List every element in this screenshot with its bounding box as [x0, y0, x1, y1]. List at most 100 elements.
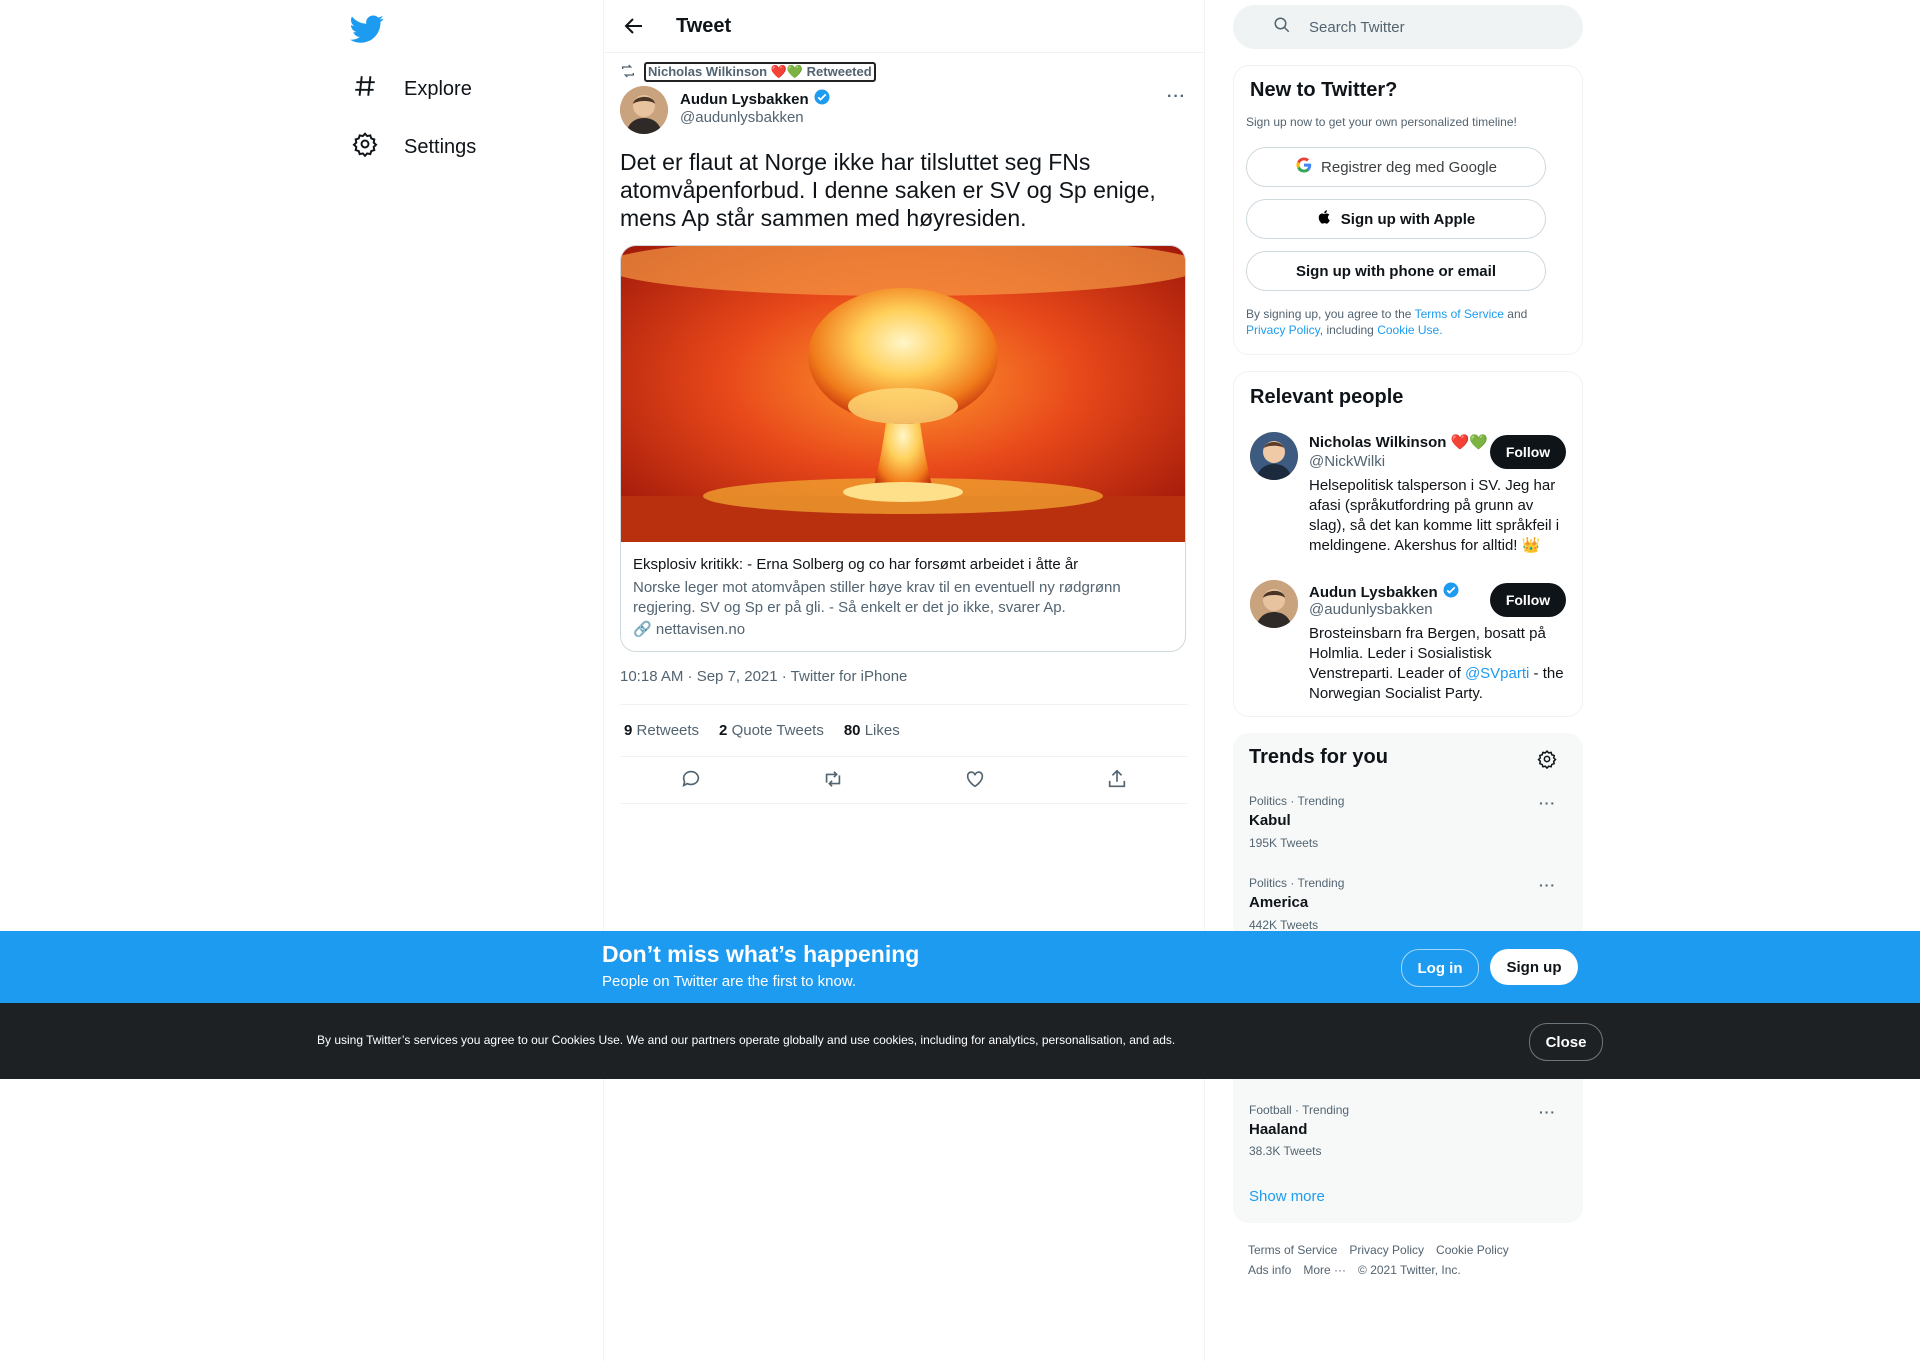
apple-signup-button[interactable]: Sign up with Apple: [1246, 199, 1546, 239]
divider: [620, 803, 1188, 804]
person-name[interactable]: Audun Lysbakken: [1309, 584, 1438, 601]
signup-banner: Don’t miss what’s happening People on Tw…: [0, 931, 1920, 1003]
more-options-icon[interactable]: ···: [1167, 88, 1186, 106]
retweet-action-icon[interactable]: [822, 768, 844, 795]
footer-copyright: © 2021 Twitter, Inc.: [1358, 1263, 1461, 1277]
link-card[interactable]: Eksplosiv kritikk: - Erna Solberg og co …: [620, 245, 1186, 652]
reply-icon[interactable]: [680, 768, 702, 795]
person-bio: Helsepolitisk talsperson i SV. Jeg har a…: [1309, 477, 1560, 554]
new-to-twitter-title: New to Twitter?: [1250, 79, 1398, 101]
author-handle[interactable]: @audunlysbakken: [680, 109, 804, 126]
tweet-meta[interactable]: 10:18 AM · Sep 7, 2021 · Twitter for iPh…: [620, 668, 907, 685]
footer-cookie-link[interactable]: Cookie Policy: [1436, 1243, 1509, 1257]
card-description: Norske leger mot atomvåpen stiller høye …: [633, 579, 1121, 616]
cookie-close-button[interactable]: Close: [1529, 1023, 1603, 1061]
page-title: Tweet: [676, 15, 732, 37]
verified-badge-icon: [813, 88, 831, 110]
follow-button[interactable]: Follow: [1490, 435, 1566, 469]
footer-terms-link[interactable]: Terms of Service: [1248, 1243, 1337, 1257]
main-column: Tweet Nicholas Wilkinson ❤️💚 Retweeted A…: [603, 0, 1205, 1361]
footer-privacy-link[interactable]: Privacy Policy: [1349, 1243, 1424, 1257]
nav-explore-label: Explore: [404, 77, 472, 100]
card-domain: nettavisen.no: [655, 621, 746, 638]
footer-row: Terms of Service Privacy Policy Cookie P…: [1248, 1243, 1509, 1257]
trend-category: Politics · Trending: [1249, 876, 1345, 890]
retweeted-by-link[interactable]: Nicholas Wilkinson ❤️💚 Retweeted: [644, 62, 876, 82]
card-title: Eksplosiv kritikk: - Erna Solberg og co …: [633, 556, 1079, 573]
person-bio: Brosteinsbarn fra Bergen, bosatt på Holm…: [1309, 624, 1571, 704]
terms-including: , including: [1319, 323, 1374, 337]
search-placeholder: Search Twitter: [1309, 18, 1405, 36]
tweet-actions: [620, 768, 1188, 795]
phone-email-signup-label: Sign up with phone or email: [1295, 262, 1496, 280]
retweets-stat[interactable]: 9 Retweets: [624, 722, 699, 739]
footer-row: Ads info More ··· © 2021 Twitter, Inc.: [1248, 1263, 1461, 1277]
person-handle[interactable]: @audunlysbakken: [1309, 601, 1433, 618]
new-to-twitter-panel: New to Twitter? Sign up now to get your …: [1233, 65, 1583, 355]
show-more-link[interactable]: Show more: [1249, 1188, 1325, 1205]
footer-ads-link[interactable]: Ads info: [1248, 1263, 1291, 1277]
google-signup-button[interactable]: Registrer deg med Google: [1246, 147, 1546, 187]
trend-category: Football · Trending: [1249, 1103, 1350, 1117]
nav-explore[interactable]: Explore: [352, 73, 472, 105]
phone-email-signup-button[interactable]: Sign up with phone or email: [1246, 251, 1546, 291]
cookie-use-link[interactable]: Cookie Use.: [1377, 323, 1442, 337]
trend-name: America: [1249, 894, 1309, 911]
twitter-logo-icon[interactable]: [350, 12, 384, 46]
signup-button[interactable]: Sign up: [1490, 949, 1578, 985]
divider: [620, 704, 1188, 705]
link-icon: 🔗: [633, 621, 652, 638]
trend-count: 442K Tweets: [1249, 918, 1319, 932]
divider: [620, 756, 1188, 757]
trend-name: Haaland: [1249, 1121, 1308, 1138]
google-signup-label: Registrer deg med Google: [1321, 158, 1497, 176]
author-name[interactable]: Audun Lysbakken: [680, 91, 809, 108]
relevant-people-title: Relevant people: [1250, 386, 1404, 408]
card-domain-row: 🔗 nettavisen.no: [633, 620, 745, 638]
quotes-stat[interactable]: 2 Quote Tweets: [719, 722, 824, 739]
person-avatar[interactable]: [1250, 432, 1298, 480]
more-options-icon[interactable]: ···: [1539, 877, 1556, 893]
cookie-banner: By using Twitter’s services you agree to…: [0, 1003, 1920, 1079]
more-options-icon[interactable]: ···: [1539, 1104, 1556, 1120]
person-name-row[interactable]: Audun Lysbakken: [1309, 581, 1460, 603]
person-name[interactable]: Nicholas Wilkinson ❤️💚: [1309, 433, 1488, 451]
trend-count: 38.3K Tweets: [1249, 1144, 1322, 1158]
verified-badge-icon: [1442, 581, 1460, 603]
quotes-label: Quote Tweets: [731, 722, 824, 739]
likes-stat[interactable]: 80 Likes: [844, 722, 900, 739]
author-name-row[interactable]: Audun Lysbakken: [680, 88, 831, 110]
search-input[interactable]: Search Twitter: [1233, 5, 1583, 49]
terms-and: and: [1507, 307, 1528, 321]
share-icon[interactable]: [1106, 768, 1128, 795]
svparti-mention-link[interactable]: @SVparti: [1465, 665, 1529, 682]
banner-subtitle: People on Twitter are the first to know.: [602, 973, 857, 990]
trend-count: 195K Tweets: [1249, 836, 1319, 850]
privacy-link[interactable]: Privacy Policy: [1246, 323, 1320, 337]
tweet-text: Det er flaut at Norge ikke har tilslutte…: [620, 149, 1156, 231]
person-avatar[interactable]: [1250, 580, 1298, 628]
gear-icon[interactable]: [1537, 749, 1557, 774]
retweet-icon: [620, 63, 636, 82]
retweets-label: Retweets: [636, 722, 700, 739]
gear-icon: [352, 131, 378, 163]
terms-link[interactable]: Terms of Service: [1415, 307, 1504, 321]
footer-more-link[interactable]: More ···: [1303, 1263, 1346, 1277]
tweet-header: Tweet: [604, 0, 1204, 53]
person-handle[interactable]: @NickWilki: [1309, 453, 1385, 470]
follow-button[interactable]: Follow: [1490, 583, 1566, 617]
trend-category: Politics · Trending: [1249, 794, 1345, 808]
author-avatar[interactable]: [620, 86, 668, 134]
apple-icon: [1317, 209, 1333, 229]
nav-settings[interactable]: Settings: [352, 131, 476, 163]
trends-title: Trends for you: [1249, 746, 1388, 768]
likes-count: 80: [843, 722, 861, 739]
card-image: [621, 246, 1185, 542]
more-options-icon[interactable]: ···: [1539, 795, 1556, 811]
retweets-count: 9: [624, 722, 633, 739]
banner-title: Don’t miss what’s happening: [602, 941, 920, 967]
like-icon[interactable]: [964, 768, 986, 795]
tweet-stats: 9 Retweets 2 Quote Tweets 80 Likes: [624, 722, 900, 739]
back-arrow-icon[interactable]: [622, 14, 646, 38]
login-button[interactable]: Log in: [1401, 949, 1479, 987]
